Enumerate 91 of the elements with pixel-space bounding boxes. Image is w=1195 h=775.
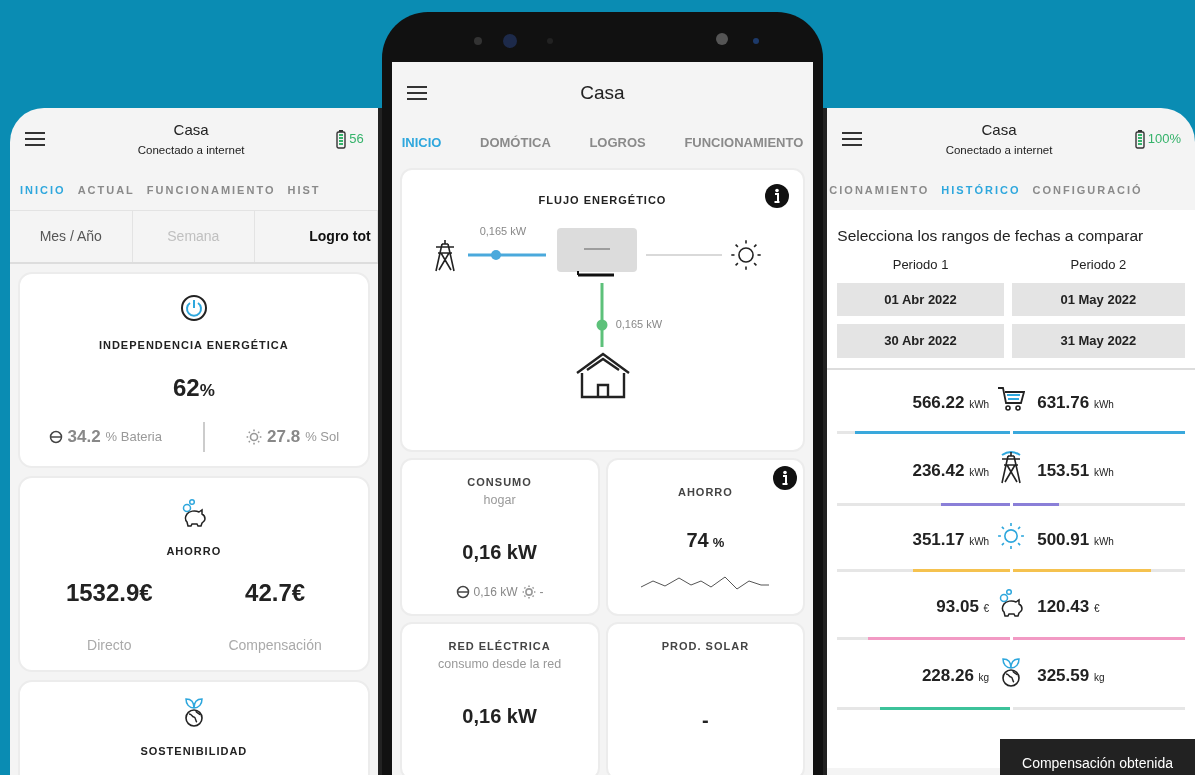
comparison-value: 351.17 xyxy=(912,529,965,549)
comparison-value: 93.05 xyxy=(936,596,979,616)
nav-tab[interactable]: FUNCIONAMIENTO xyxy=(684,133,804,153)
sun-icon xyxy=(729,238,762,271)
battery-level: 100% xyxy=(1147,130,1181,149)
savings-value: 42.7€ xyxy=(244,578,307,608)
unit-label: kWh xyxy=(1093,535,1114,547)
percentage-value: 62 xyxy=(172,372,200,403)
unit-label: kWh xyxy=(969,466,990,478)
card-title: SOSTENIBILIDAD xyxy=(139,744,249,759)
comparison-value: 566.22 xyxy=(912,392,965,412)
comparison-value: 500.91 xyxy=(1037,529,1090,549)
card-value: - xyxy=(702,707,709,733)
period-tab[interactable]: Mes / Año xyxy=(10,211,133,262)
nav-tab[interactable]: FUNCIONAMIENTO xyxy=(146,181,276,199)
menu-icon[interactable] xyxy=(405,85,428,101)
stat-value: 27.8 xyxy=(267,425,301,448)
card-title: CONSUMO xyxy=(466,475,533,490)
unit-label: kWh xyxy=(969,398,990,410)
date-field[interactable]: 01 Abr 2022 xyxy=(837,282,1004,317)
date-field[interactable]: 30 Abr 2022 xyxy=(837,324,1004,358)
card-title: AHORRO xyxy=(676,485,734,500)
nav-tab[interactable]: DOMÓTICA xyxy=(480,133,551,153)
unit-label: kg xyxy=(978,671,990,683)
card-subtitle: consumo desde la red xyxy=(437,655,563,673)
stat-value: 34.2 xyxy=(67,425,101,448)
savings-value: 1532.9€ xyxy=(65,578,153,608)
card-title: PROD. SOLAR xyxy=(660,639,751,654)
unit-label: kg xyxy=(1093,671,1105,683)
unit-label: kWh xyxy=(1093,398,1114,410)
screen-title: Casa xyxy=(980,120,1018,141)
card-value: 74 xyxy=(686,527,709,553)
sun-icon xyxy=(521,585,536,600)
savings-label: Compensación xyxy=(228,636,322,655)
nav-tab[interactable]: HISTÓRICO xyxy=(941,181,1021,199)
unit-label: € xyxy=(983,602,990,614)
power-reading: 0,165 kW xyxy=(615,317,663,333)
tooltip: Compensación obtenida xyxy=(1000,739,1195,775)
unit-label: kWh xyxy=(969,535,990,547)
savings-label: Directo xyxy=(86,636,133,655)
nav-tab[interactable]: CONFIGURACIÓ xyxy=(1032,181,1143,199)
nav-tab[interactable]: LOGROS xyxy=(589,133,646,153)
comparison-value: 631.76 xyxy=(1037,392,1090,412)
screen-title: Casa xyxy=(172,120,210,141)
battery-level: 56 xyxy=(349,130,364,149)
percent-unit: % xyxy=(712,533,725,552)
unit-label: kWh xyxy=(1093,466,1114,478)
piggy-bank-icon xyxy=(180,497,207,528)
date-field[interactable]: 01 May 2022 xyxy=(1011,282,1185,317)
info-icon[interactable] xyxy=(773,466,798,490)
menu-icon[interactable] xyxy=(841,131,864,147)
nav-tab[interactable]: HIST xyxy=(287,181,321,199)
flow-line xyxy=(595,282,608,347)
power-reading: 0,165 kW xyxy=(479,223,527,239)
nav-tab[interactable]: INICIO xyxy=(20,181,66,199)
sun-icon xyxy=(246,428,263,445)
piggy-bank-icon xyxy=(998,587,1025,618)
card-title: AHORRO xyxy=(165,543,223,559)
connection-status: Conectado a internet xyxy=(136,142,246,158)
comparison-value: 228.26 xyxy=(921,665,974,685)
nav-tab[interactable]: INICIO xyxy=(401,133,442,153)
card-value: 0,16 kW xyxy=(462,704,537,730)
cart-icon xyxy=(997,385,1026,412)
period-tab[interactable]: Logro tot xyxy=(255,211,378,262)
screen-title: Casa xyxy=(579,80,626,105)
period-label: Periodo 1 xyxy=(891,256,950,275)
unit-label: € xyxy=(1093,602,1100,614)
battery-reading: 0,16 kW xyxy=(473,584,518,602)
menu-icon[interactable] xyxy=(24,131,46,147)
info-icon[interactable] xyxy=(765,184,790,208)
power-icon xyxy=(179,294,208,322)
card-subtitle: hogar xyxy=(482,491,517,509)
solar-reading: - xyxy=(539,584,544,602)
nav-tab[interactable]: ACTUAL xyxy=(77,181,135,199)
card-title: RED ELÉCTRICA xyxy=(447,639,552,654)
card-title: INDEPENDENCIA ENERGÉTICA xyxy=(97,338,290,353)
comparison-value: 120.43 xyxy=(1037,596,1090,616)
comparison-value: 325.59 xyxy=(1037,665,1090,685)
date-field[interactable]: 31 May 2022 xyxy=(1011,324,1185,358)
sun-icon xyxy=(997,521,1026,550)
date-range-prompt: Selecciona los rangos de fechas a comparar xyxy=(837,226,1145,246)
percent-unit: % xyxy=(199,380,215,402)
comparison-value: 236.42 xyxy=(912,460,965,480)
period-label: Periodo 2 xyxy=(1069,256,1128,275)
card-title: FLUJO ENERGÉTICO xyxy=(538,193,667,208)
stat-label: % Sol xyxy=(305,427,340,446)
card-value: 0,16 kW xyxy=(462,540,537,566)
stat-label: % Bateria xyxy=(105,427,162,446)
nav-tab[interactable]: CIONAMIENTO xyxy=(829,181,930,199)
comparison-value: 153.51 xyxy=(1037,460,1090,480)
connection-status: Conectado a internet xyxy=(944,142,1054,158)
